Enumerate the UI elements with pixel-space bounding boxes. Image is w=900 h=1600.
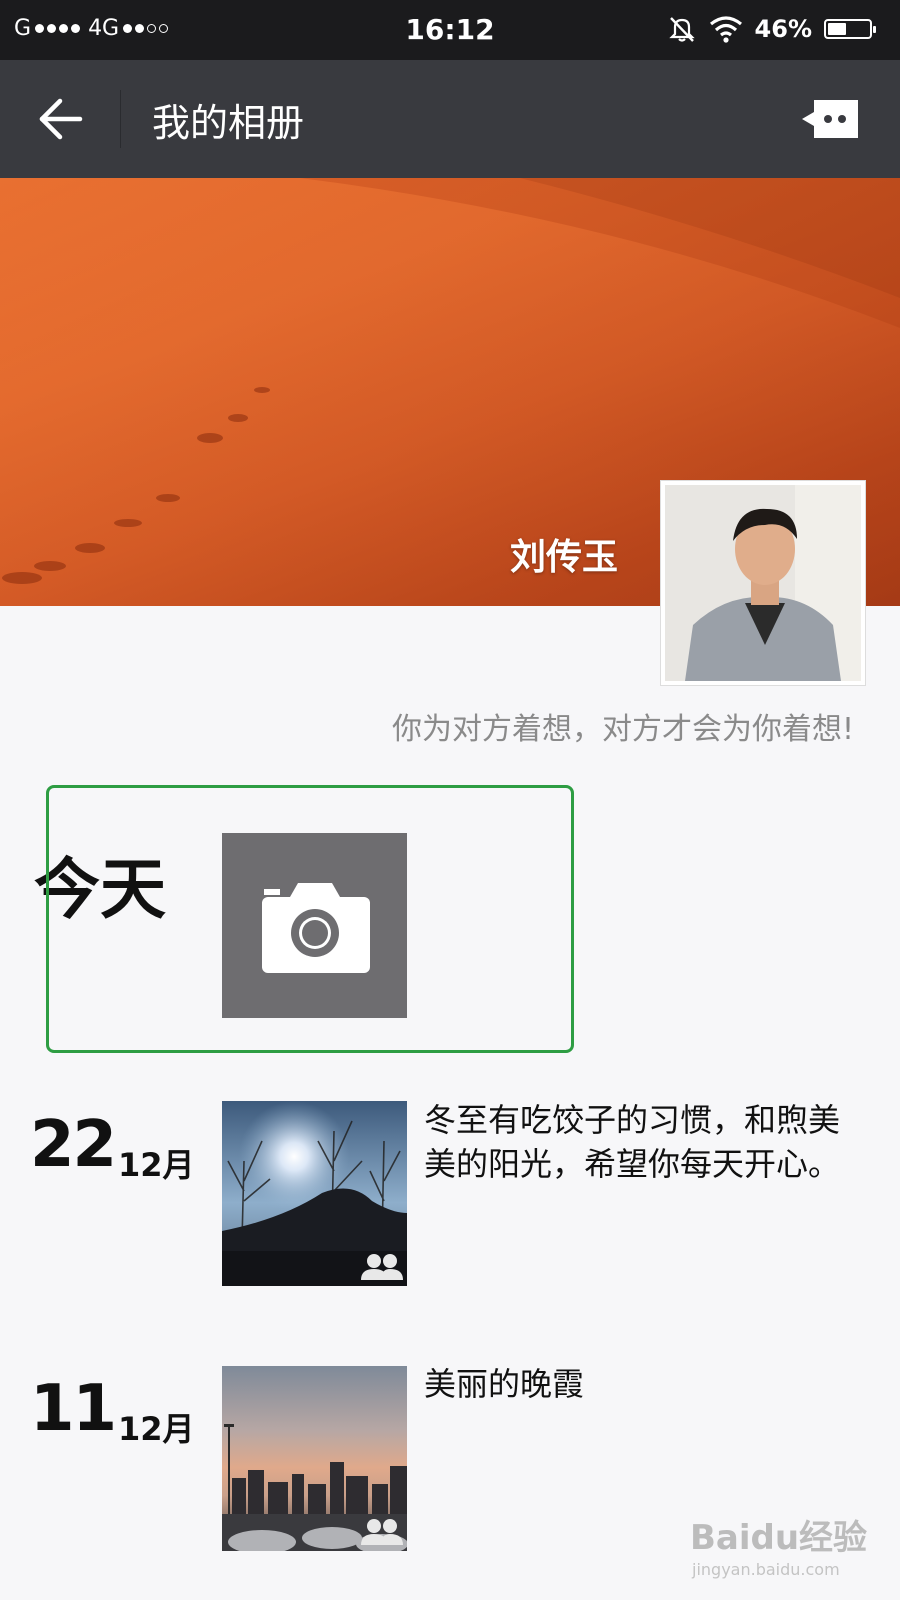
message-bubble-icon[interactable] xyxy=(800,98,860,140)
status-bar: G 4G 16:12 46% xyxy=(0,0,900,60)
watermark-logo: Baidu经验 xyxy=(690,1518,868,1558)
post-month: 12月 xyxy=(118,1146,195,1184)
post-month: 12月 xyxy=(118,1410,195,1448)
nav-bar: 我的相册 xyxy=(0,60,900,178)
arrow-left-icon[interactable] xyxy=(38,96,84,142)
page-title: 我的相册 xyxy=(152,101,305,145)
post-text[interactable]: 美丽的晚霞 xyxy=(424,1362,854,1406)
wifi-icon xyxy=(709,16,742,43)
status-icons: 46% xyxy=(667,14,876,44)
avatar[interactable] xyxy=(660,480,866,686)
highlight-frame xyxy=(46,785,574,1053)
post-day: 22 xyxy=(30,1108,117,1182)
mute-bell-icon xyxy=(668,17,695,42)
post-text[interactable]: 冬至有吃饺子的习惯，和煦美美的阳光，希望你每天开心。 xyxy=(424,1098,854,1186)
group-icon xyxy=(361,1519,403,1545)
profile-signature: 你为对方着想，对方才会为你着想! xyxy=(391,712,854,747)
battery-icon xyxy=(824,19,876,39)
watermark-url: jingyan.baidu.com xyxy=(692,1560,840,1579)
battery-percent: 46% xyxy=(754,15,812,43)
post-thumbnail[interactable] xyxy=(222,1366,407,1551)
nav-divider xyxy=(120,90,121,148)
group-icon xyxy=(361,1254,403,1280)
post-day: 11 xyxy=(30,1372,117,1446)
post-thumbnail[interactable] xyxy=(222,1101,407,1286)
profile-name: 刘传玉 xyxy=(510,537,619,578)
